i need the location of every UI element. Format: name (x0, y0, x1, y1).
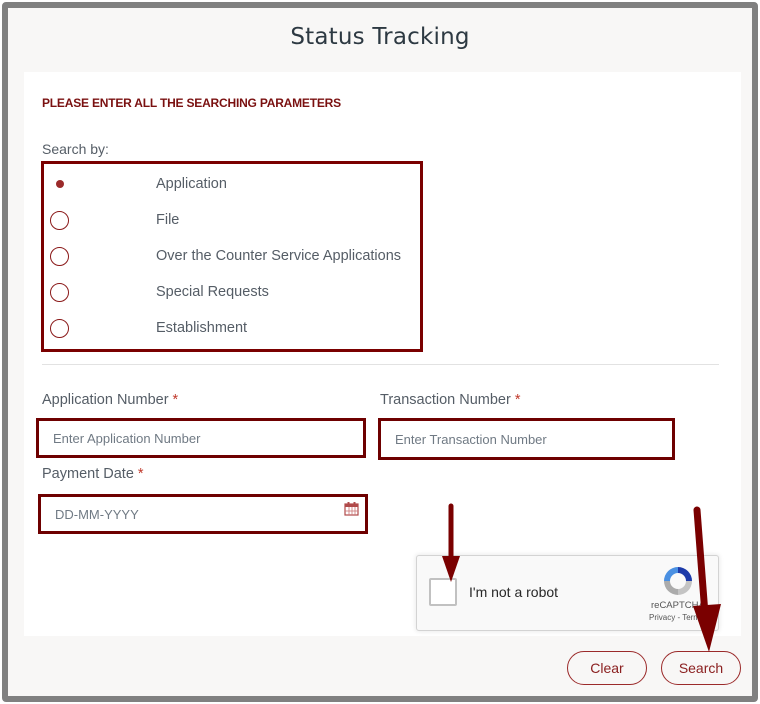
radio-label: Special Requests (156, 284, 269, 300)
radio-label: Establishment (156, 320, 248, 336)
application-number-field[interactable] (36, 418, 366, 458)
recaptcha-brand: reCAPTCHA (651, 600, 705, 611)
radio-option-over-the-counter[interactable]: Over the Counter Service Applications (44, 238, 420, 274)
payment-date-field[interactable] (38, 494, 368, 534)
search-button[interactable]: Search (661, 651, 741, 685)
radio-option-application[interactable]: Application (44, 166, 420, 202)
recaptcha-checkbox[interactable] (429, 578, 457, 606)
required-marker: * (172, 392, 179, 408)
label-text: Transaction Number (380, 392, 511, 408)
transaction-number-input[interactable] (381, 421, 672, 457)
radio-button[interactable] (50, 282, 69, 302)
recaptcha-widget: I'm not a robot reCAPTCHA Privacy - Term… (416, 555, 719, 631)
clear-button[interactable]: Clear (567, 651, 647, 685)
radio-button[interactable] (50, 246, 69, 266)
page-title: Status Tracking (290, 24, 470, 50)
radio-option-special-requests[interactable]: Special Requests (44, 274, 420, 310)
required-marker: * (514, 392, 521, 408)
search-by-radio-group: Application File Over the Counter Servic… (41, 161, 423, 352)
radio-option-establishment[interactable]: Establishment (44, 310, 420, 346)
transaction-number-field[interactable] (378, 418, 675, 460)
required-marker: * (137, 466, 144, 482)
form-heading: PLEASE ENTER ALL THE SEARCHING PARAMETER… (42, 96, 341, 110)
recaptcha-label: I'm not a robot (469, 584, 559, 600)
radio-selected-indicator[interactable] (56, 180, 64, 188)
label-text: Payment Date (42, 466, 134, 482)
payment-date-input[interactable] (41, 497, 365, 531)
radio-label: File (156, 212, 180, 228)
recaptcha-logo-icon (664, 567, 692, 595)
search-by-label: Search by: (42, 141, 109, 157)
radio-label: Over the Counter Service Applications (156, 248, 402, 264)
application-number-input[interactable] (39, 421, 363, 455)
application-number-label: Application Number * (42, 392, 178, 408)
radio-option-file[interactable]: File (44, 202, 420, 238)
label-text: Application Number (42, 392, 169, 408)
radio-label: Application (156, 176, 227, 192)
transaction-number-label: Transaction Number * (380, 392, 520, 408)
section-divider (42, 364, 719, 365)
recaptcha-links[interactable]: Privacy - Terms (649, 613, 704, 622)
payment-date-label: Payment Date * (42, 466, 144, 482)
radio-button[interactable] (50, 210, 69, 230)
search-form-card: PLEASE ENTER ALL THE SEARCHING PARAMETER… (24, 72, 741, 636)
status-tracking-panel: Status Tracking PLEASE ENTER ALL THE SEA… (2, 2, 758, 702)
calendar-icon[interactable] (344, 501, 359, 516)
radio-button[interactable] (50, 318, 69, 338)
